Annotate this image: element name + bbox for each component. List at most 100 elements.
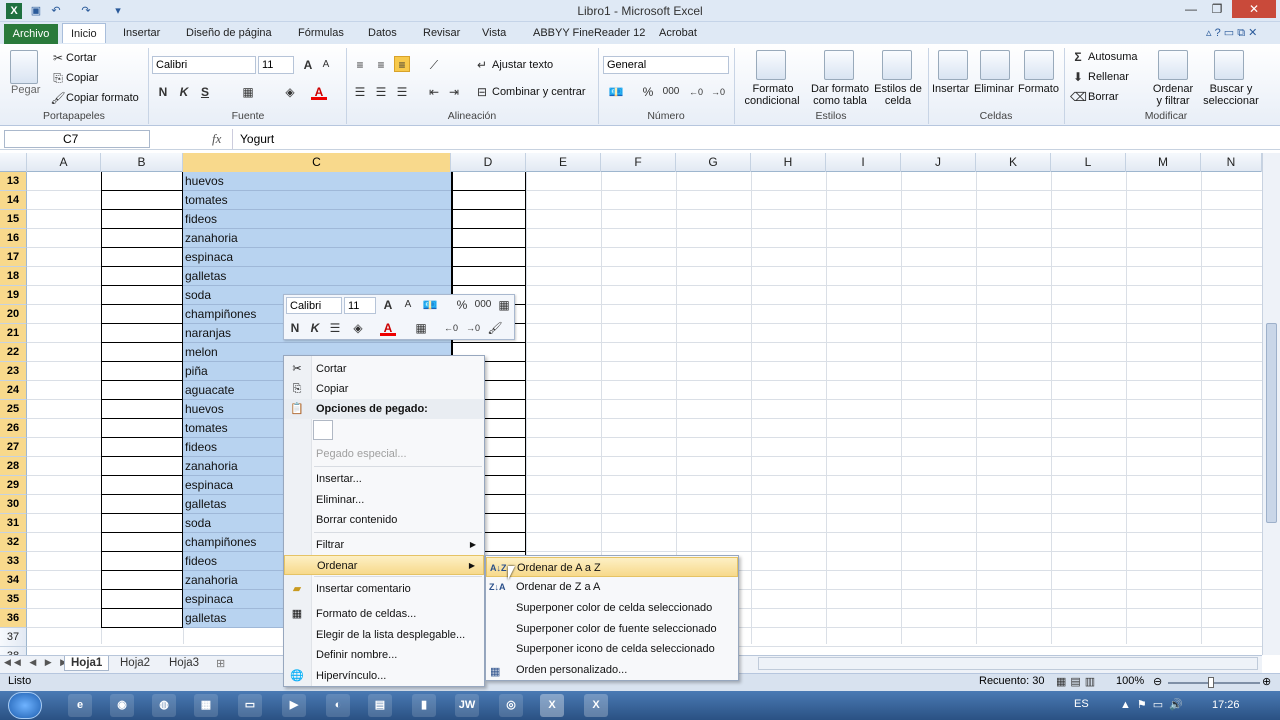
view-buttons[interactable]: ▦▤▥ xyxy=(1056,675,1099,688)
cell-b[interactable] xyxy=(101,172,183,191)
mini-bold-button[interactable]: N xyxy=(287,320,303,336)
align-top-icon[interactable]: ≡ xyxy=(352,57,368,73)
insert-cells-button[interactable]: Insertar xyxy=(932,83,969,95)
format-cells-icon[interactable] xyxy=(1024,50,1054,80)
row-header[interactable]: 22 xyxy=(0,343,27,362)
merge-center-icon[interactable]: ⊟ xyxy=(474,84,490,100)
cut-icon[interactable]: ✂ xyxy=(50,50,66,66)
row-header[interactable]: 31 xyxy=(0,514,27,533)
row-header[interactable]: 17 xyxy=(0,248,27,267)
paste-button[interactable]: Pegar xyxy=(11,84,40,96)
zoom-level[interactable]: 100% xyxy=(1116,675,1144,687)
copy-button[interactable]: Copiar xyxy=(66,72,98,84)
cell-d[interactable] xyxy=(451,172,526,191)
cell-b[interactable] xyxy=(101,476,183,495)
menu-item-comment[interactable]: ▰ Insertar comentario xyxy=(284,579,484,599)
merge-center-button[interactable]: Combinar y centrar xyxy=(492,86,586,98)
mini-grow-font-icon[interactable]: A xyxy=(380,297,396,313)
cell-b[interactable] xyxy=(101,343,183,362)
cell-b[interactable] xyxy=(101,590,183,609)
taskbar-chrome-icon[interactable]: ◉ xyxy=(110,694,134,717)
format-painter-button[interactable]: Copiar formato xyxy=(66,92,139,104)
select-all-corner[interactable] xyxy=(0,153,27,172)
row-header[interactable]: 16 xyxy=(0,229,27,248)
delete-cells-button[interactable]: Eliminar xyxy=(974,83,1014,95)
row-header[interactable]: 30 xyxy=(0,495,27,514)
cell-c[interactable]: galletas xyxy=(183,267,451,286)
conditional-format-icon[interactable] xyxy=(756,50,786,80)
sheet-tab-hoja2[interactable]: Hoja2 xyxy=(114,656,156,671)
row-header[interactable]: 23 xyxy=(0,362,27,381)
col-header-c[interactable]: C xyxy=(183,153,451,172)
row-header[interactable]: 27 xyxy=(0,438,27,457)
col-header-i[interactable]: I xyxy=(826,153,901,172)
paste-option-icon[interactable] xyxy=(313,420,333,440)
menu-item-copy[interactable]: ⎘ Copiar xyxy=(284,379,484,399)
cell-styles-icon[interactable] xyxy=(882,50,912,80)
cell-b[interactable] xyxy=(101,609,183,628)
mini-font-combo[interactable]: Calibri xyxy=(286,297,342,314)
sort-filter-icon[interactable] xyxy=(1158,50,1188,80)
col-header-m[interactable]: M xyxy=(1126,153,1201,172)
mini-increase-decimal-icon[interactable]: ←0 xyxy=(443,320,459,336)
maximize-icon[interactable]: ❐ xyxy=(1204,0,1230,18)
insert-function-button[interactable]: fx xyxy=(212,131,221,147)
menu-item-pick-list[interactable]: Elegir de la lista desplegable... xyxy=(284,625,484,645)
increase-decimal-icon[interactable]: ←0 xyxy=(688,84,704,100)
taskbar-app5-icon[interactable]: ◎ xyxy=(499,694,523,717)
row-header[interactable]: 19 xyxy=(0,286,27,305)
menu-item-format-cells[interactable]: ▦ Formato de celdas... xyxy=(284,604,484,624)
cell-c[interactable]: fideos xyxy=(183,210,451,229)
conditional-format-label-1[interactable]: Formato xyxy=(752,83,794,95)
vertical-scrollbar[interactable] xyxy=(1262,153,1280,655)
grow-font-icon[interactable]: A xyxy=(300,57,316,73)
align-bottom-icon[interactable]: ≡ xyxy=(394,56,410,72)
menu-item-hyperlink[interactable]: 🌐 Hipervínculo... xyxy=(284,666,484,686)
font-size-combo[interactable]: 11 xyxy=(258,56,294,74)
cell-b[interactable] xyxy=(101,381,183,400)
delete-cells-icon[interactable] xyxy=(980,50,1010,80)
mini-percent-button[interactable]: % xyxy=(454,297,470,313)
col-header-a[interactable]: A xyxy=(27,153,101,172)
mini-font-color-icon[interactable]: A xyxy=(380,320,396,336)
clear-button[interactable]: Borrar xyxy=(1088,91,1119,103)
fill-button[interactable]: Rellenar xyxy=(1088,71,1129,83)
align-middle-icon[interactable]: ≡ xyxy=(373,57,389,73)
decrease-decimal-icon[interactable]: →0 xyxy=(710,84,726,100)
thousands-button[interactable]: 000 xyxy=(660,84,682,100)
submenu-sort-z-a[interactable]: Z↓A Ordenar de Z a A xyxy=(486,577,738,597)
start-button[interactable] xyxy=(8,692,42,719)
cell-d[interactable] xyxy=(451,210,526,229)
taskbar-media-icon[interactable]: ▶ xyxy=(282,694,306,717)
col-header-j[interactable]: J xyxy=(901,153,976,172)
format-as-table-icon[interactable] xyxy=(824,50,854,80)
cell-b[interactable] xyxy=(101,229,183,248)
menu-item-insert[interactable]: Insertar... xyxy=(284,469,484,489)
cell-b[interactable] xyxy=(101,210,183,229)
cell-b[interactable] xyxy=(101,362,183,381)
taskbar-ie-icon[interactable]: e xyxy=(68,694,92,717)
format-as-table-label-2[interactable]: como tabla xyxy=(808,95,872,107)
cell-b[interactable] xyxy=(101,324,183,343)
orientation-icon[interactable]: ⟋ xyxy=(426,57,442,73)
row-header[interactable]: 29 xyxy=(0,476,27,495)
tab-revisar[interactable]: Revisar xyxy=(415,23,468,43)
row-header[interactable]: 14 xyxy=(0,191,27,210)
tab-acrobat[interactable]: Acrobat xyxy=(651,23,705,43)
font-color-icon[interactable]: A xyxy=(311,84,327,100)
zoom-out-icon[interactable]: ⊖ xyxy=(1153,675,1162,688)
cell-b[interactable] xyxy=(101,267,183,286)
cell-b[interactable] xyxy=(101,438,183,457)
tab-abbyy[interactable]: ABBYY FineReader 12 xyxy=(525,23,653,43)
row-header[interactable]: 18 xyxy=(0,267,27,286)
language-indicator[interactable]: ES xyxy=(1074,698,1089,710)
row-header[interactable]: 21 xyxy=(0,324,27,343)
wrap-text-icon[interactable]: ↵ xyxy=(474,57,490,73)
align-left-icon[interactable]: ☰ xyxy=(352,84,368,100)
cell-d[interactable] xyxy=(451,229,526,248)
menu-item-filter[interactable]: Filtrar ▶ xyxy=(284,535,484,555)
zoom-slider-thumb[interactable] xyxy=(1208,677,1214,688)
wrap-text-button[interactable]: Ajustar texto xyxy=(492,59,553,71)
insert-sheet-icon[interactable]: ⊞ xyxy=(216,657,225,670)
sheet-tab-hoja1[interactable]: Hoja1 xyxy=(64,656,110,671)
